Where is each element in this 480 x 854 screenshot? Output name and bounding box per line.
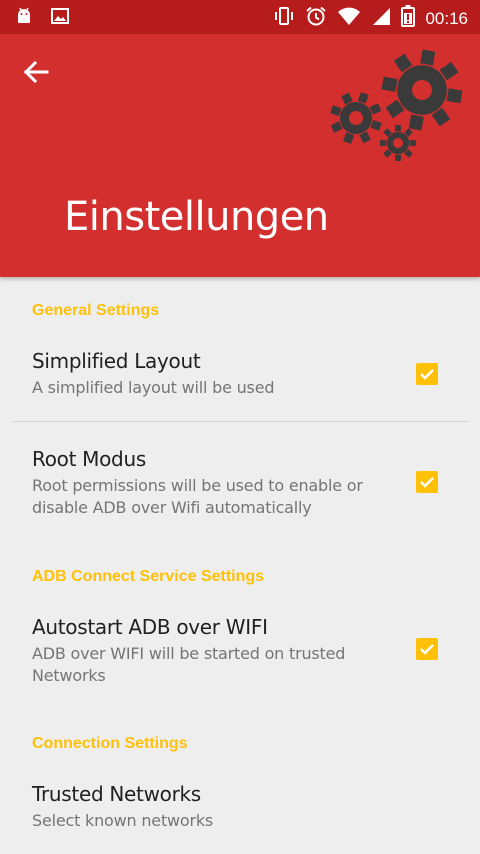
image-icon (50, 6, 70, 31)
check-icon (420, 369, 434, 380)
pref-summary: A simplified layout will be used (32, 378, 275, 397)
pref-simplified-layout[interactable]: Simplified Layout A simplified layout wi… (0, 337, 480, 421)
pref-title: Trusted Networks (32, 782, 201, 806)
pref-title: Root Modus (32, 447, 146, 471)
arrow-back-icon (23, 60, 49, 84)
wifi-icon (337, 6, 361, 31)
status-bar: 00:16 (0, 0, 480, 34)
section-header-general: General Settings (32, 302, 160, 319)
app-bar: Einstellungen (0, 34, 480, 277)
check-icon (420, 477, 434, 488)
pref-trusted-networks[interactable]: Trusted Networks Select known networks (0, 770, 480, 854)
simplified-layout-checkbox[interactable] (416, 363, 438, 385)
pref-summary: Root permissions will be used to enable … (32, 476, 363, 517)
battery-icon (401, 5, 416, 32)
pref-title: Autostart ADB over WIFI (32, 615, 268, 639)
divider (12, 421, 470, 422)
section-header-adb: ADB Connect Service Settings (32, 568, 265, 585)
vibrate-icon (273, 6, 295, 31)
back-button[interactable] (18, 54, 58, 90)
pref-autostart-adb[interactable]: Autostart ADB over WIFI ADB over WIFI wi… (0, 603, 480, 713)
pref-title: Simplified Layout (32, 349, 201, 373)
root-modus-checkbox[interactable] (416, 471, 438, 493)
alarm-icon (305, 5, 327, 32)
android-icon (14, 6, 34, 31)
pref-summary: ADB over WIFI will be started on trusted… (32, 644, 346, 685)
page-title: Einstellungen (64, 194, 329, 240)
pref-summary: Select known networks (32, 811, 214, 830)
signal-icon (371, 6, 391, 31)
check-icon (420, 644, 434, 655)
status-time: 00:16 (425, 8, 468, 28)
pref-root-modus[interactable]: Root Modus Root permissions will be used… (0, 435, 480, 545)
autostart-adb-checkbox[interactable] (416, 638, 438, 660)
gears-icon (322, 40, 472, 170)
section-header-connection: Connection Settings (32, 735, 188, 752)
